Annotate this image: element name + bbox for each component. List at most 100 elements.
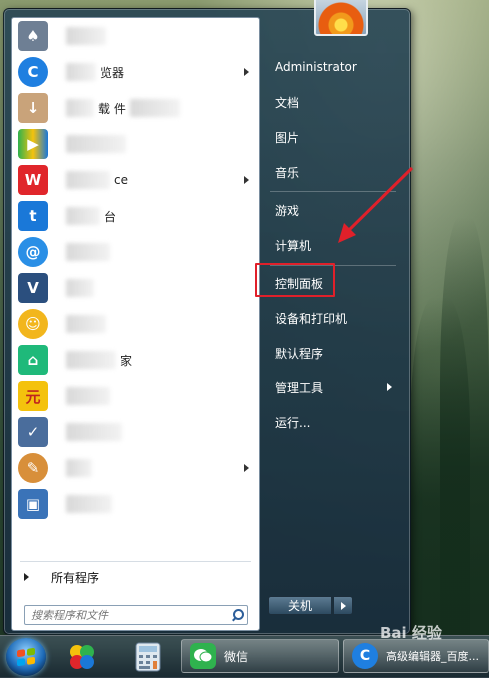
menu-item-label: 游戏 [275, 203, 300, 218]
wps-office-icon: W [18, 165, 48, 195]
program-pane: ♠ C 览器 ↓ 载 件 ▶ W ce t 台 @ V ☺ ⌂ 家 元 ✓ ✎ … [11, 17, 260, 631]
windows-logo-icon [17, 647, 35, 667]
all-programs-link[interactable]: 所有程序 [12, 567, 259, 587]
menu-item-label: 管理工具 [275, 380, 324, 395]
paint-palette-icon: ✎ [18, 453, 48, 483]
shutdown-button[interactable]: 关机 [268, 596, 332, 615]
program-item[interactable]: ▣ [12, 486, 259, 522]
submenu-arrow-icon [244, 464, 249, 472]
program-name-redacted [66, 315, 106, 333]
menu-item-label: 计算机 [275, 238, 312, 253]
search-icon[interactable] [229, 606, 247, 624]
program-name-redacted [66, 423, 122, 441]
program-name: 载 件 [98, 101, 126, 116]
program-item[interactable]: V [12, 270, 259, 306]
yuan-app-icon: 元 [18, 381, 48, 411]
computer-monitor-icon: ▣ [18, 489, 48, 519]
program-name-redacted [66, 387, 110, 405]
program-item[interactable]: @ [12, 234, 259, 270]
menu-item-label: 运行... [275, 415, 311, 430]
program-name-redacted [66, 99, 94, 117]
program-item[interactable]: ♠ [12, 18, 259, 54]
calculator-app-icon[interactable] [126, 639, 170, 675]
v-app-icon: V [18, 273, 48, 303]
taskbar-browser[interactable]: C 高级编辑器_百度... [343, 639, 489, 673]
program-item[interactable]: ↓ 载 件 [12, 90, 259, 126]
menu-item-label: 默认程序 [275, 346, 324, 361]
program-name-redacted [66, 171, 110, 189]
places-pane: Administrator 文档 图片 音乐 游戏 计算机 控制面板 设备和打印… [264, 0, 404, 634]
program-name: ce [114, 173, 128, 187]
program-item[interactable]: ✎ [12, 450, 259, 486]
tree-silhouette [440, 217, 489, 637]
program-name-redacted [66, 63, 96, 81]
program-item[interactable]: ▶ [12, 126, 259, 162]
menu-item-devices-printers[interactable]: 设备和打印机 [264, 307, 400, 329]
submenu-arrow-icon [244, 68, 249, 76]
menu-item-label: 文档 [275, 95, 300, 110]
triangle-right-icon [24, 573, 29, 581]
program-name-redacted [66, 27, 106, 45]
solitaire-card-icon: ♠ [18, 21, 48, 51]
menu-item-label: 音乐 [275, 165, 300, 180]
menu-item-documents[interactable]: 文档 [264, 91, 400, 113]
program-item[interactable]: t 台 [12, 198, 259, 234]
menu-item-label: 设备和打印机 [275, 311, 348, 326]
divider [20, 561, 251, 562]
submenu-arrow-icon [244, 176, 249, 184]
program-item[interactable]: W ce [12, 162, 259, 198]
program-item[interactable]: ✓ [12, 414, 259, 450]
home-app-icon: ⌂ [18, 345, 48, 375]
program-item[interactable]: ☺ [12, 306, 259, 342]
baidu-watermark: Bai 经验 [380, 624, 442, 642]
program-name-redacted [129, 99, 180, 117]
program-name-redacted [66, 135, 126, 153]
user-avatar[interactable] [314, 0, 368, 36]
menu-item-label: 图片 [275, 130, 300, 145]
menu-item-default-programs[interactable]: 默认程序 [264, 342, 400, 364]
program-item[interactable]: ⌂ 家 [12, 342, 259, 378]
program-name: 家 [120, 353, 133, 368]
shutdown-group: 关机 [268, 596, 353, 615]
iqiyi-color-icon: ▶ [18, 129, 48, 159]
wechat-icon [190, 643, 216, 669]
program-name-redacted [66, 279, 94, 297]
program-name-redacted [66, 459, 92, 477]
monitor-check-icon: ✓ [18, 417, 48, 447]
menu-item-pictures[interactable]: 图片 [264, 126, 400, 148]
program-name-redacted [66, 495, 112, 513]
calculator-icon [135, 642, 161, 672]
pinwheel-icon [70, 645, 94, 669]
at-sign-app-icon: @ [18, 237, 48, 267]
program-item[interactable]: 元 [12, 378, 259, 414]
start-button[interactable] [6, 638, 46, 676]
smiley-app-icon: ☺ [18, 309, 48, 339]
pinwheel-app-icon[interactable] [60, 639, 104, 675]
highlight-box [255, 263, 335, 297]
program-item[interactable]: C 览器 [12, 54, 259, 90]
program-name-redacted [66, 243, 110, 261]
taskbar-browser-label: 高级编辑器_百度... [386, 650, 479, 663]
menu-item-admin-tools[interactable]: 管理工具 [264, 376, 400, 398]
start-menu: ♠ C 览器 ↓ 载 件 ▶ W ce t 台 @ V ☺ ⌂ 家 元 ✓ ✎ … [3, 0, 411, 635]
download-tool-icon: ↓ [18, 93, 48, 123]
submenu-arrow-icon [387, 383, 392, 391]
program-list: ♠ C 览器 ↓ 载 件 ▶ W ce t 台 @ V ☺ ⌂ 家 元 ✓ ✎ … [12, 18, 259, 522]
search-input[interactable] [25, 607, 229, 623]
program-name-redacted [66, 207, 100, 225]
taskbar-wechat[interactable]: 微信 [181, 639, 339, 673]
program-name: 览器 [100, 65, 125, 80]
menu-item-label: Administrator [275, 60, 357, 74]
program-name-redacted [66, 351, 116, 369]
platform-t-icon: t [18, 201, 48, 231]
all-programs-label: 所有程序 [51, 570, 100, 585]
arrow-shaft [344, 166, 414, 235]
program-name: 台 [104, 209, 117, 224]
shutdown-options-button[interactable] [333, 596, 353, 615]
red-arrow-annotation [338, 166, 414, 243]
menu-item-run[interactable]: 运行... [264, 411, 400, 433]
search-box[interactable] [24, 605, 248, 625]
browser-c-icon: C [18, 57, 48, 87]
menu-item-administrator[interactable]: Administrator [264, 56, 400, 78]
browser-c-icon: C [352, 643, 378, 669]
